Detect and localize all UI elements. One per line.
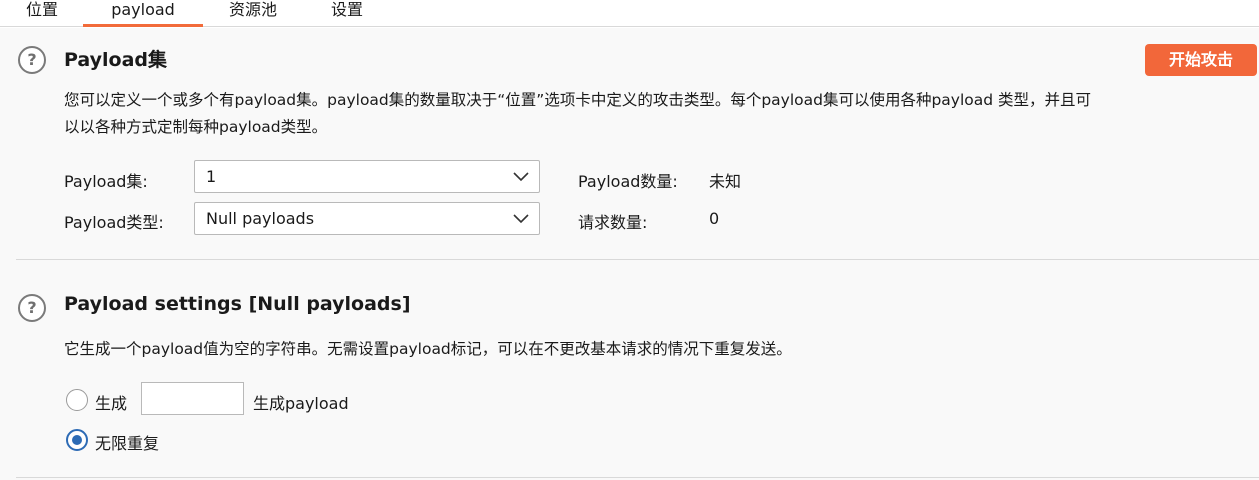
start-attack-button[interactable]: 开始攻击 xyxy=(1145,44,1257,76)
section-divider-bottom xyxy=(16,477,1259,478)
tab-payload[interactable]: payload xyxy=(83,0,203,27)
section-title-payload-settings: Payload settings [Null payloads] xyxy=(64,293,411,315)
tab-positions[interactable]: 位置 xyxy=(22,0,62,27)
payload-set-value: 1 xyxy=(206,167,217,186)
payload-type-value: Null payloads xyxy=(206,209,315,228)
payload-set-label: Payload集: xyxy=(64,172,148,191)
settings-description: 它生成一个payload值为空的字符串。无需设置payload标记，可以在不更改… xyxy=(64,340,792,358)
payload-count-label: Payload数量: xyxy=(578,172,678,191)
payload-page: ? Payload集 开始攻击 您可以定义一个或多个有payload集。payl… xyxy=(0,28,1259,480)
request-count-label: 请求数量: xyxy=(578,213,648,232)
generate-radio[interactable] xyxy=(66,389,88,411)
help-icon[interactable]: ? xyxy=(18,46,46,74)
payload-set-select[interactable]: 1 xyxy=(194,160,540,193)
chevron-down-icon xyxy=(513,172,529,182)
tab-settings[interactable]: 设置 xyxy=(327,0,367,27)
tab-bar: 位置 payload 资源池 设置 xyxy=(0,0,1259,27)
request-count-value: 0 xyxy=(709,209,720,228)
generate-label: 生成 xyxy=(95,394,128,413)
section-description-line-1: 您可以定义一个或多个有payload集。payload集的数量取决于“位置”选项… xyxy=(64,91,1092,109)
infinite-repeat-label: 无限重复 xyxy=(95,434,160,453)
section-title-payload-sets: Payload集 xyxy=(64,49,168,71)
generate-count-input[interactable] xyxy=(141,382,244,415)
tab-resource-pool[interactable]: 资源池 xyxy=(224,0,282,27)
generate-suffix-label: 生成payload xyxy=(253,394,349,413)
payload-count-value: 未知 xyxy=(709,172,742,191)
payload-type-label: Payload类型: xyxy=(64,213,164,232)
help-icon[interactable]: ? xyxy=(18,294,46,322)
payload-type-select[interactable]: Null payloads xyxy=(194,202,540,235)
section-description-line-2: 以以各种方式定制每种payload类型。 xyxy=(64,118,328,136)
section-divider xyxy=(16,259,1259,260)
chevron-down-icon xyxy=(513,214,529,224)
infinite-repeat-radio[interactable] xyxy=(66,429,88,451)
